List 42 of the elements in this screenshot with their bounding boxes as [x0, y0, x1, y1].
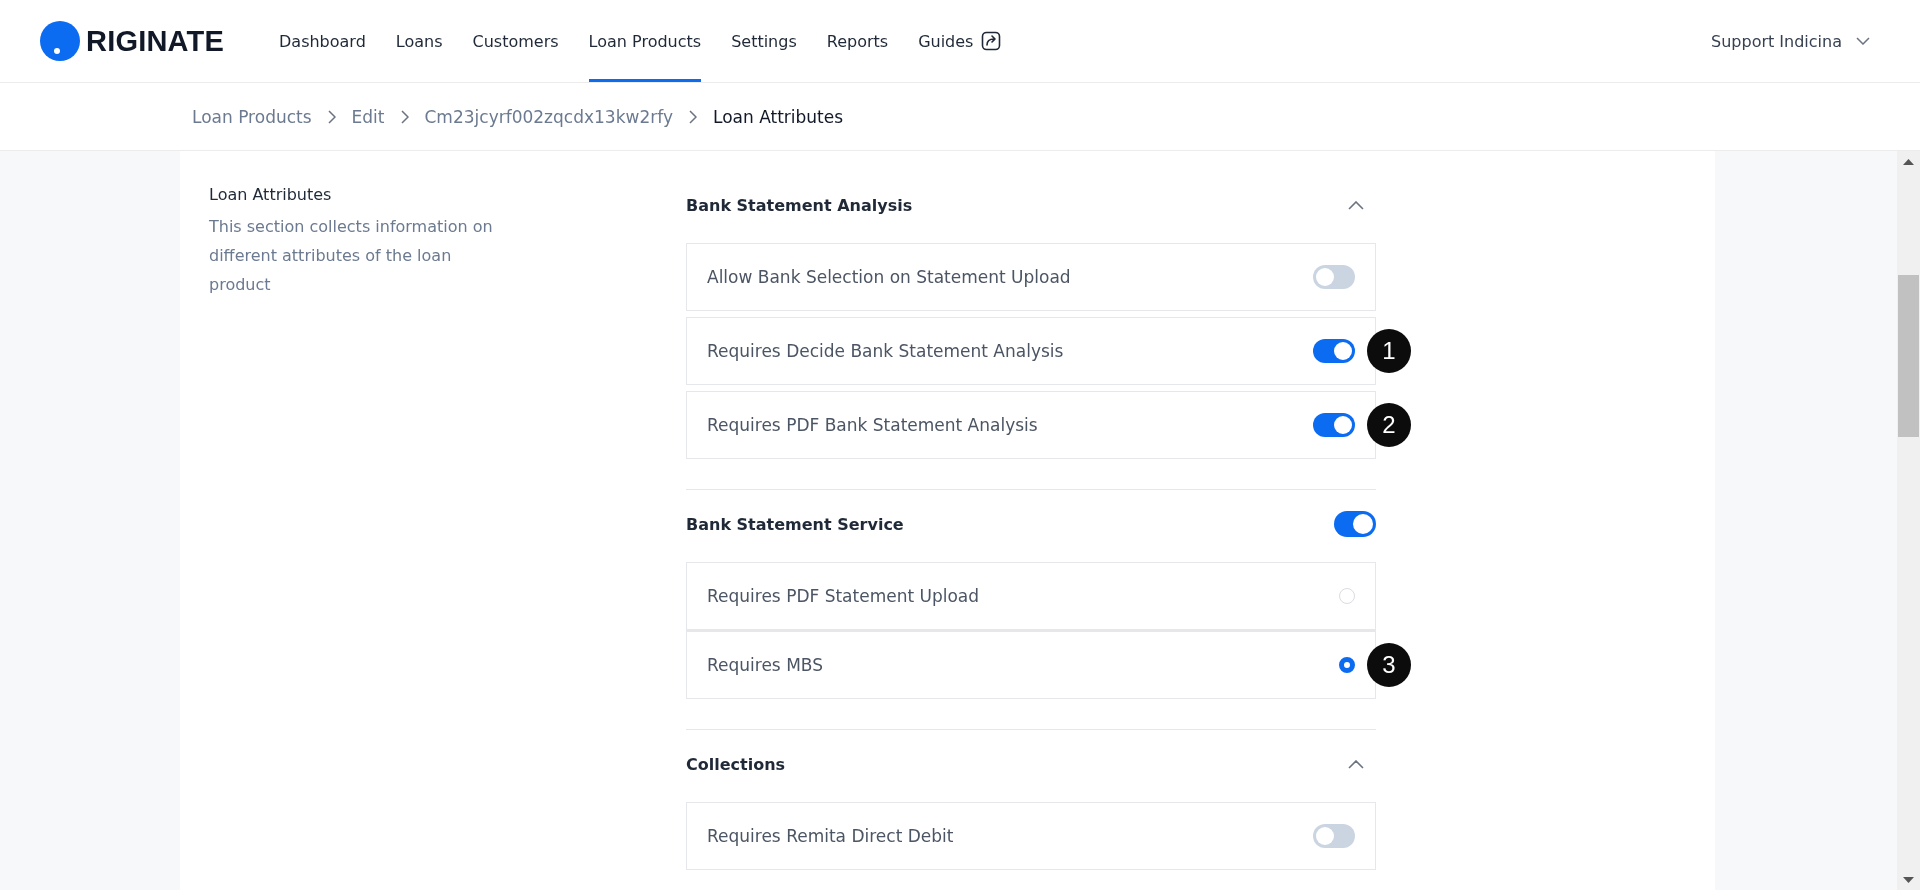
nav-link[interactable]: Reports: [826, 0, 889, 82]
group-title: Bank Statement Analysis: [686, 195, 913, 215]
scroll-thumb[interactable]: [1898, 275, 1919, 437]
toggle-switch[interactable]: [1313, 339, 1355, 363]
scroll-up-icon[interactable]: [1903, 159, 1914, 165]
nav-link[interactable]: Customers: [472, 0, 559, 82]
toggle-switch[interactable]: [1313, 824, 1355, 848]
nav-link[interactable]: Dashboard: [279, 0, 366, 82]
nav-link[interactable]: Loans: [395, 0, 443, 82]
chevron-right-icon: [688, 109, 697, 124]
scroll-down-icon[interactable]: [1903, 877, 1914, 883]
option-label: Requires PDF Bank Statement Analysis: [707, 415, 1038, 435]
chevron-right-icon: [400, 109, 409, 124]
step-number-badge: 1: [1367, 329, 1411, 373]
chevron-down-icon: [1856, 37, 1870, 45]
chevron-up-icon[interactable]: [1348, 759, 1364, 769]
breadcrumb-current: Loan Attributes: [712, 106, 844, 127]
nav-link[interactable]: Guides: [918, 0, 1002, 82]
brand-name: RIGINATE: [86, 24, 224, 58]
nav-link[interactable]: Settings: [731, 0, 797, 82]
toggle-switch[interactable]: [1313, 413, 1355, 437]
step-number-badge: 2: [1367, 403, 1411, 447]
option-label: Requires PDF Statement Upload: [707, 586, 980, 606]
option-label: Requires Decide Bank Statement Analysis: [707, 341, 1064, 361]
toggle-switch[interactable]: [1334, 511, 1376, 537]
group-title: Collections: [686, 754, 786, 774]
breadcrumb-link[interactable]: Edit: [351, 106, 385, 127]
chevron-right-icon: [327, 109, 336, 124]
toggle-switch[interactable]: [1313, 265, 1355, 289]
option-label: Requires MBS: [707, 655, 823, 675]
user-menu[interactable]: Support Indicina: [1711, 31, 1870, 51]
logo-circle-icon: [40, 21, 80, 61]
radio-button[interactable]: [1339, 657, 1355, 673]
section-description: This section collects information on different attributes of the loan product: [209, 216, 494, 296]
breadcrumb-link[interactable]: Cm23jcyrf002zqcdx13kw2rfy: [424, 106, 673, 127]
section-title: Loan Attributes: [209, 185, 333, 204]
step-number-badge: 3: [1367, 643, 1411, 687]
option-label: Requires Remita Direct Debit: [707, 826, 954, 846]
chevron-up-icon[interactable]: [1348, 200, 1364, 210]
breadcrumb-link[interactable]: Loan Products: [192, 106, 312, 127]
option-label: Allow Bank Selection on Statement Upload: [707, 267, 1071, 287]
group-title: Bank Statement Service: [686, 514, 904, 534]
